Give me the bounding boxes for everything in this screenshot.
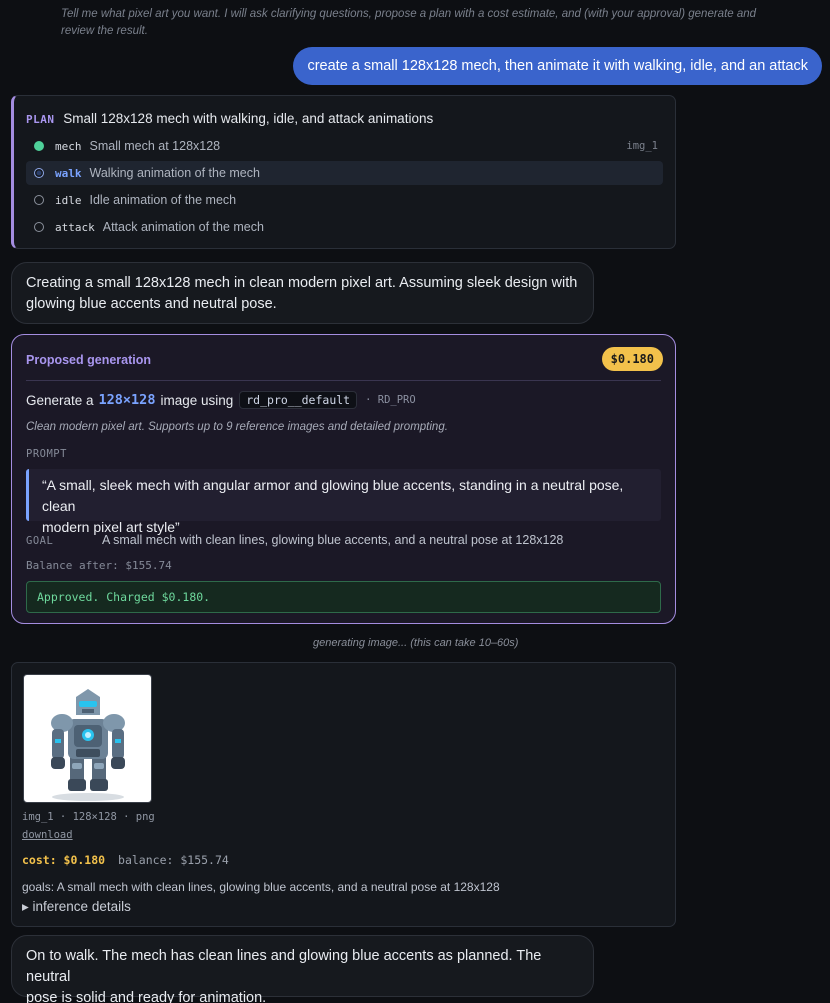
- plan-item-ref[interactable]: img_1: [626, 140, 658, 152]
- assistant-message-line: Creating a small 128x128 mech in clean m…: [26, 275, 578, 291]
- plan-title: Small 128x128 mech with walking, idle, a…: [63, 111, 434, 126]
- cost-value: cost: $0.180: [22, 853, 106, 867]
- goal-text: A small mech with clean lines, glowing b…: [102, 533, 564, 547]
- assistant-message-line: pose is solid and ready for animation.: [26, 990, 267, 1003]
- generation-status-text: generating image... (this can take 10–60…: [313, 637, 519, 649]
- model-description: Clean modern pixel art. Supports up to 9…: [26, 421, 448, 433]
- inference-details-toggle[interactable]: ▸ inference details: [22, 899, 131, 915]
- generation-summary: Generate a 128×128 image using rd_pro__d…: [26, 391, 416, 409]
- generated-image[interactable]: [23, 674, 152, 803]
- download-link[interactable]: download: [22, 829, 73, 841]
- result-card: img_1 · 128×128 · png download cost: $0.…: [11, 662, 676, 927]
- prompt-label: PROMPT: [26, 448, 67, 460]
- proposal-title: Proposed generation: [26, 353, 152, 367]
- assistant-message: Creating a small 128x128 mech in clean m…: [11, 262, 594, 324]
- image-size: 128×128: [98, 392, 156, 408]
- plan-header: PLAN Small 128x128 mech with walking, id…: [26, 111, 433, 126]
- approved-banner: Approved. Charged $0.180.: [26, 581, 661, 613]
- assistant-message-line: glowing blue accents and neutral pose.: [26, 296, 277, 312]
- plan-item-desc: Attack animation of the mech: [102, 220, 264, 234]
- plan-item-attack[interactable]: attack Attack animation of the mech: [26, 215, 663, 239]
- assistant-message-line: On to walk. The mech has clean lines and…: [26, 948, 542, 985]
- plan-item-desc: Walking animation of the mech: [89, 166, 260, 180]
- mech-image: [51, 689, 125, 801]
- generation-suffix: image using: [160, 392, 234, 408]
- plan-item-key: attack: [55, 220, 95, 234]
- plan-item-idle[interactable]: idle Idle animation of the mech: [26, 188, 663, 212]
- assistant-message: On to walk. The mech has clean lines and…: [11, 935, 594, 1003]
- plan-tag: PLAN: [26, 113, 55, 126]
- proposal-card: Proposed generation $0.180 Generate a 12…: [11, 334, 676, 624]
- plan-item-key: mech: [55, 139, 82, 153]
- balance-after: Balance after: $155.74: [26, 559, 172, 572]
- user-message: create a small 128x128 mech, then animat…: [293, 47, 822, 85]
- plan-item-walk[interactable]: walk Walking animation of the mech: [26, 161, 663, 185]
- plan-item-desc: Small mech at 128x128: [89, 139, 221, 153]
- divider: [26, 380, 661, 381]
- result-goals: goals: A small mech with clean lines, gl…: [22, 880, 500, 894]
- goal-label: GOAL: [26, 535, 54, 547]
- plan-item-mech[interactable]: mech Small mech at 128x128 img_1: [26, 134, 663, 158]
- intro-text: Tell me what pixel art you want. I will …: [61, 8, 757, 37]
- model-chip: rd_pro__default: [239, 391, 358, 409]
- price-badge: $0.180: [601, 347, 663, 371]
- image-meta: img_1 · 128×128 · png: [22, 811, 155, 823]
- prompt-text: “A small, sleek mech with angular armor …: [26, 469, 661, 535]
- plan-card: PLAN Small 128x128 mech with walking, id…: [11, 95, 676, 249]
- status-done-icon: [34, 141, 44, 151]
- status-current-icon: [34, 168, 44, 178]
- cost-line: cost: $0.180 balance: $155.74: [22, 853, 229, 867]
- plan-item-desc: Idle animation of the mech: [89, 193, 237, 207]
- model-meta: · RD_PRO: [365, 394, 416, 406]
- plan-item-key: walk: [55, 166, 82, 180]
- balance-value: balance: $155.74: [118, 853, 229, 867]
- status-pending-icon: [34, 195, 44, 205]
- generation-prefix: Generate a: [26, 392, 94, 408]
- prompt-line: “A small, sleek mech with angular armor …: [42, 477, 624, 514]
- status-pending-icon: [34, 222, 44, 232]
- goal-row: GOAL A small mech with clean lines, glow…: [26, 533, 563, 547]
- plan-item-key: idle: [55, 193, 82, 207]
